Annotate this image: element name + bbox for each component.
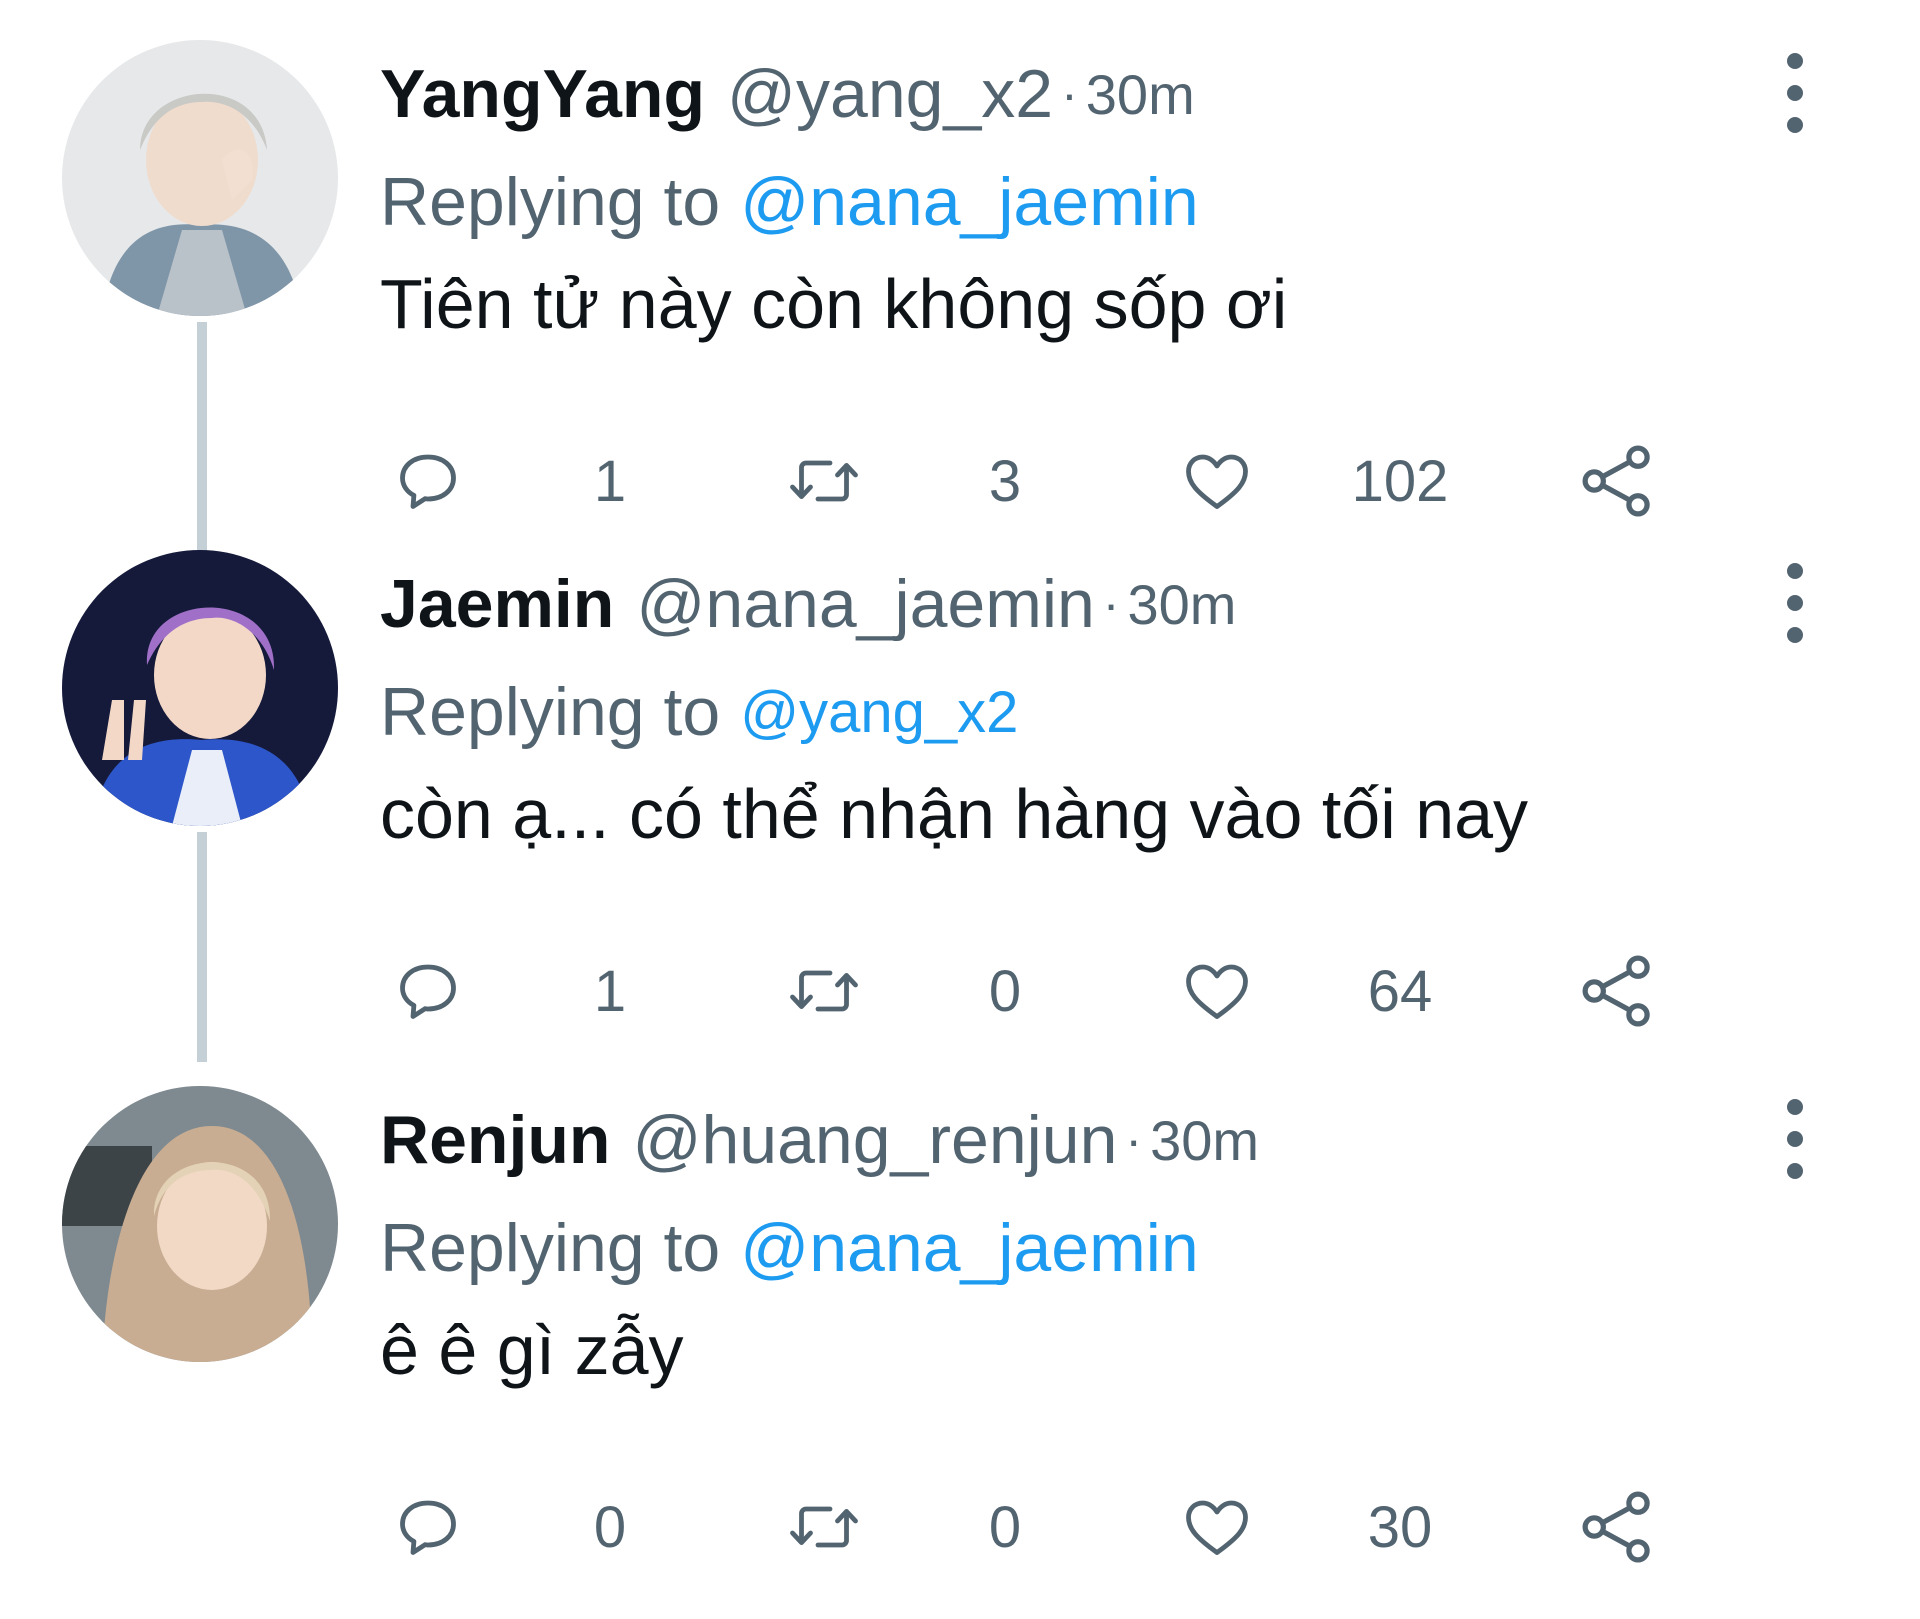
like-count: 102 <box>1351 448 1449 514</box>
replying-to: Replying to @yang_x2 <box>380 662 1760 762</box>
reply-count: 1 <box>593 448 627 514</box>
avatar[interactable] <box>62 1086 338 1362</box>
tweet[interactable]: Renjun @huang_renjun · 30m Replying to @… <box>0 1082 1920 1602</box>
retweet-icon <box>790 1506 858 1548</box>
retweet-button[interactable] <box>785 1482 863 1572</box>
replying-to-label: Replying to <box>380 164 721 240</box>
display-name[interactable]: Jaemin <box>380 565 614 643</box>
replying-to-label: Replying to <box>380 674 721 750</box>
heart-icon <box>1186 454 1248 509</box>
more-options-icon <box>1787 1099 1803 1179</box>
timestamp[interactable]: 30m <box>1150 1108 1259 1173</box>
separator: · <box>1061 66 1078 122</box>
thread-connector <box>197 322 207 552</box>
reply-thread: YangYang @yang_x2 · 30m Replying to @nan… <box>0 0 1920 1619</box>
user-handle[interactable]: @yang_x2 <box>727 55 1053 133</box>
display-name[interactable]: Renjun <box>380 1101 610 1179</box>
tweet[interactable]: YangYang @yang_x2 · 30m Replying to @nan… <box>0 36 1920 556</box>
tweet-actions: 0 0 30 <box>380 1482 1680 1572</box>
share-button[interactable] <box>1575 1482 1659 1572</box>
share-button[interactable] <box>1575 436 1659 526</box>
reply-button[interactable] <box>392 946 464 1036</box>
reply-button[interactable] <box>392 1482 464 1572</box>
reply-button[interactable] <box>392 436 464 526</box>
retweet-icon <box>790 460 858 502</box>
retweet-button[interactable] <box>785 946 863 1036</box>
tweet-content: Renjun @huang_renjun · 30m Replying to @… <box>380 1082 1760 1402</box>
replying-to-label: Replying to <box>380 1210 721 1286</box>
replying-to: Replying to @nana_jaemin <box>380 1198 1760 1298</box>
replying-to-link[interactable]: @nana_jaemin <box>740 1209 1198 1287</box>
tweet-actions: 1 0 64 <box>380 946 1680 1036</box>
more-options-icon <box>1787 563 1803 643</box>
tweet-text: ê ê gì zẫy <box>380 1311 684 1389</box>
reply-icon <box>400 1500 456 1555</box>
replying-to-link[interactable]: @nana_jaemin <box>740 163 1198 241</box>
timestamp[interactable]: 30m <box>1127 572 1236 637</box>
retweet-count: 0 <box>988 958 1022 1024</box>
timestamp[interactable]: 30m <box>1086 62 1195 127</box>
tweet[interactable]: Jaemin @nana_jaemin · 30m Replying to @y… <box>0 546 1920 1066</box>
replying-to-link[interactable]: @yang_x2 <box>740 679 1018 746</box>
avatar-photo-yangyang <box>62 40 338 316</box>
thread-connector <box>197 832 207 1062</box>
retweet-count: 0 <box>988 1494 1022 1560</box>
user-handle[interactable]: @huang_renjun <box>632 1101 1117 1179</box>
like-count: 30 <box>1367 1494 1433 1560</box>
separator: · <box>1102 576 1120 632</box>
more-options-icon <box>1787 53 1803 133</box>
like-button[interactable] <box>1180 946 1254 1036</box>
reply-count: 0 <box>593 1494 627 1560</box>
tweet-text: Tiên tử này còn không sốp ơi <box>380 265 1288 343</box>
tweet-text: còn ạ... có thể nhận hàng vào tối nay <box>380 775 1529 853</box>
more-options-button[interactable] <box>1770 48 1820 138</box>
replying-to: Replying to @nana_jaemin <box>380 152 1760 252</box>
reply-icon <box>400 964 456 1019</box>
retweet-icon <box>790 970 858 1012</box>
tweet-header: YangYang @yang_x2 · 30m <box>380 36 1760 152</box>
tweet-actions: 1 3 102 <box>380 436 1680 526</box>
display-name[interactable]: YangYang <box>380 55 705 133</box>
tweet-header: Renjun @huang_renjun · 30m <box>380 1082 1760 1198</box>
like-count: 64 <box>1367 958 1433 1024</box>
tweet-content: Jaemin @nana_jaemin · 30m Replying to @y… <box>380 546 1760 866</box>
more-options-button[interactable] <box>1770 558 1820 648</box>
like-button[interactable] <box>1180 436 1254 526</box>
reply-icon <box>400 454 456 509</box>
retweet-count: 3 <box>988 448 1022 514</box>
share-icon <box>1582 955 1650 1027</box>
share-icon <box>1582 1491 1650 1563</box>
tweet-header: Jaemin @nana_jaemin · 30m <box>380 546 1760 662</box>
more-options-button[interactable] <box>1770 1094 1820 1184</box>
avatar[interactable] <box>62 550 338 826</box>
heart-icon <box>1186 964 1248 1019</box>
share-button[interactable] <box>1575 946 1659 1036</box>
like-button[interactable] <box>1180 1482 1254 1572</box>
share-icon <box>1582 445 1650 517</box>
retweet-button[interactable] <box>785 436 863 526</box>
avatar-photo-renjun <box>62 1086 338 1362</box>
avatar[interactable] <box>62 40 338 316</box>
heart-icon <box>1186 1500 1248 1555</box>
user-handle[interactable]: @nana_jaemin <box>636 565 1094 643</box>
reply-count: 1 <box>593 958 627 1024</box>
tweet-content: YangYang @yang_x2 · 30m Replying to @nan… <box>380 36 1760 356</box>
avatar-photo-jaemin <box>62 550 338 826</box>
separator: · <box>1125 1112 1143 1168</box>
